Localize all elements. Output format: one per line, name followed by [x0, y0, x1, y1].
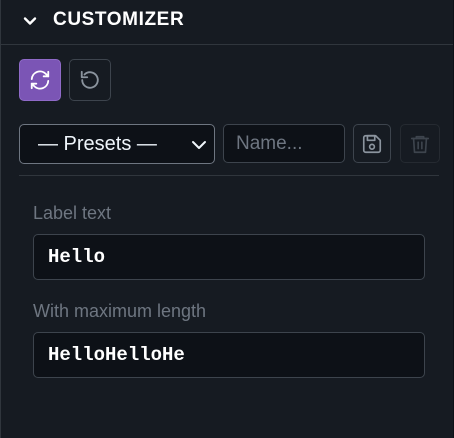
reset-button[interactable]: [69, 59, 111, 101]
max-length-label: With maximum length: [33, 301, 207, 321]
panel-title: CUSTOMIZER: [53, 9, 185, 30]
chevron-down-icon: [192, 141, 206, 149]
delete-preset-button[interactable]: [400, 124, 440, 163]
sync-icon: [30, 70, 50, 90]
divider: [19, 175, 439, 176]
label-text-label: Label text: [33, 203, 112, 223]
customizer-header[interactable]: CUSTOMIZER: [1, 0, 453, 45]
trash-icon: [410, 135, 430, 153]
sync-button[interactable]: [19, 59, 61, 101]
save-preset-button[interactable]: [353, 124, 391, 163]
presets-select[interactable]: — Presets —: [19, 124, 215, 164]
customizer-panel: CUSTOMIZER — Presets — Name... Label tex…: [0, 0, 453, 438]
reset-icon: [80, 70, 99, 89]
presets-selected-value: — Presets —: [38, 133, 157, 155]
label-text-input[interactable]: [33, 234, 425, 280]
preset-name-input[interactable]: [223, 124, 345, 163]
max-length-input[interactable]: [33, 332, 425, 378]
save-icon: [362, 134, 382, 153]
chevron-down-icon[interactable]: [22, 13, 38, 29]
